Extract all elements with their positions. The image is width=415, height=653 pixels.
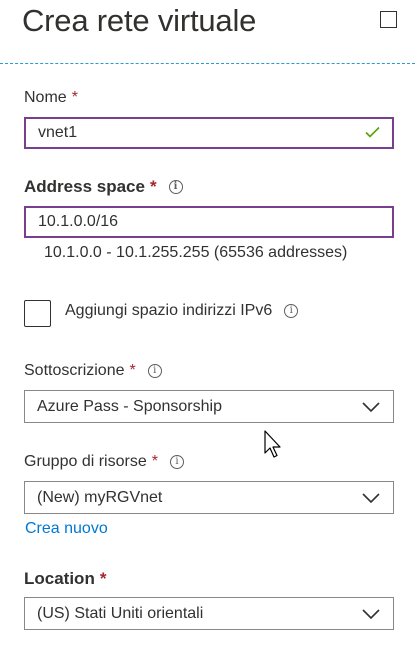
ipv6-label: Aggiungi spazio indirizzi IPv6 i: [65, 302, 299, 320]
resource-group-selected: (New) myRGVnet: [37, 488, 163, 506]
name-label: Nome *: [24, 89, 78, 107]
name-input[interactable]: vnet1: [24, 117, 394, 149]
address-space-input-value: 10.1.0.0/16: [38, 213, 119, 230]
info-icon[interactable]: i: [168, 180, 183, 194]
create-new-link[interactable]: Crea nuovo: [25, 520, 108, 538]
chevron-down-icon: [362, 608, 380, 619]
address-space-label: Address space * i: [24, 177, 183, 197]
maximize-icon[interactable]: [380, 11, 397, 28]
location-selected: (US) Stati Uniti orientali: [37, 604, 204, 622]
chevron-down-icon: [362, 492, 380, 503]
required-asterisk: *: [99, 569, 107, 588]
address-space-label-text: Address space: [24, 177, 145, 196]
location-label-text: Location: [24, 569, 95, 588]
resource-group-label: Gruppo di risorse * i: [24, 453, 184, 471]
name-label-text: Nome: [24, 89, 67, 106]
chevron-down-icon: [362, 401, 380, 412]
required-asterisk: *: [129, 362, 136, 379]
subscription-label: Sottoscrizione * i: [24, 362, 162, 380]
resource-group-dropdown[interactable]: (New) myRGVnet: [24, 481, 394, 514]
resource-group-label-text: Gruppo di risorse: [24, 453, 147, 470]
address-range-text: 10.1.0.0 - 10.1.255.255 (65536 addresses…: [44, 244, 348, 261]
location-label: Location *: [24, 569, 106, 589]
checkmark-icon: [365, 125, 380, 142]
mouse-cursor-icon: [264, 430, 281, 458]
subscription-label-text: Sottoscrizione: [24, 362, 125, 379]
ipv6-label-text: Aggiungi spazio indirizzi IPv6: [65, 302, 273, 319]
required-asterisk: *: [71, 89, 78, 106]
header-divider: [0, 63, 415, 64]
required-asterisk: *: [151, 453, 158, 470]
name-input-value: vnet1: [38, 124, 78, 141]
location-dropdown[interactable]: (US) Stati Uniti orientali: [24, 597, 394, 630]
info-icon[interactable]: i: [169, 455, 184, 469]
subscription-dropdown[interactable]: Azure Pass - Sponsorship: [24, 390, 394, 423]
info-icon[interactable]: i: [284, 304, 299, 318]
info-icon[interactable]: i: [147, 364, 162, 378]
subscription-selected: Azure Pass - Sponsorship: [37, 397, 222, 415]
required-asterisk: *: [149, 177, 157, 196]
ipv6-checkbox[interactable]: [24, 300, 51, 327]
page-title: Crea rete virtuale: [22, 3, 257, 38]
address-space-input[interactable]: 10.1.0.0/16: [24, 206, 394, 238]
